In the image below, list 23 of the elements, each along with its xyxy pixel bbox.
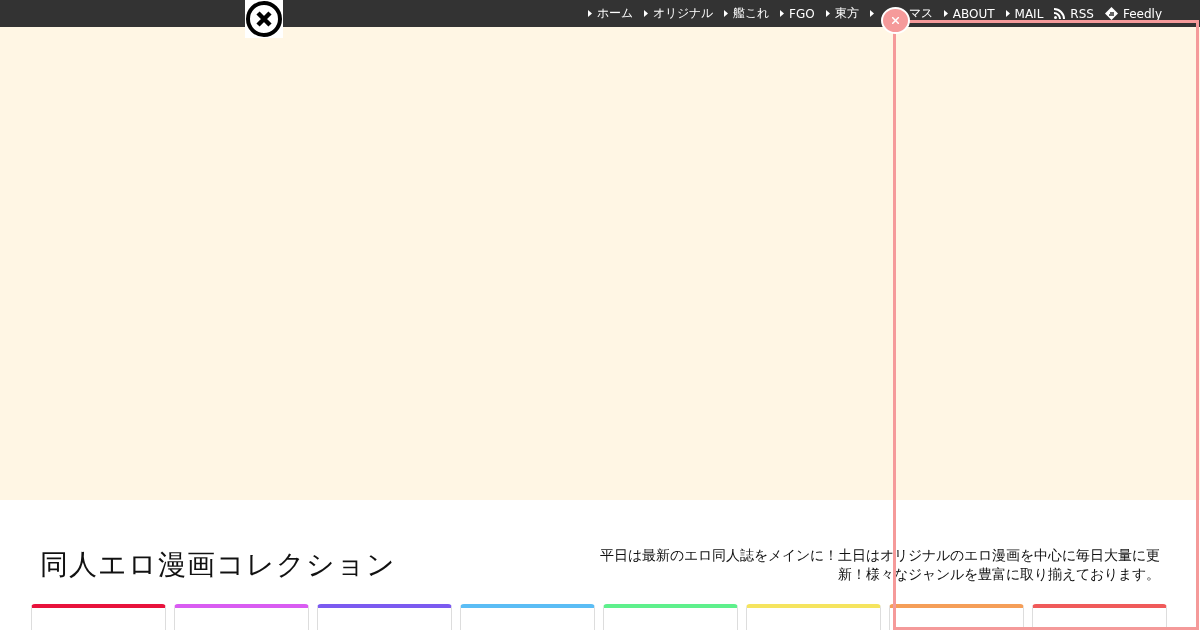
feed-link[interactable]: Feedly	[1104, 6, 1162, 21]
nav-link[interactable]: 艦これ	[724, 5, 770, 22]
caret-icon	[644, 10, 649, 17]
caret-icon	[943, 10, 948, 17]
caret-icon	[780, 10, 785, 17]
nav-link[interactable]: オリジナル	[644, 5, 714, 22]
feedly-icon	[1104, 7, 1118, 20]
nav-link[interactable]: マス	[869, 5, 933, 22]
rss-icon	[1054, 8, 1066, 19]
close-icon[interactable]	[245, 0, 283, 38]
nav-link[interactable]: 東方	[825, 5, 859, 22]
close-icon	[892, 17, 899, 24]
caret-icon	[724, 10, 729, 17]
caret-icon	[1005, 10, 1010, 17]
feed-link[interactable]: RSS	[1054, 6, 1094, 21]
nav-link[interactable]: ABOUT	[943, 6, 995, 21]
caret-icon	[588, 10, 593, 17]
nav-link[interactable]: MAIL	[1005, 6, 1044, 21]
caret-icon	[869, 10, 874, 17]
nav-link[interactable]: FGO	[780, 6, 815, 21]
site-title: 同人エロ漫画コレクション	[40, 547, 396, 583]
nav-link[interactable]: ホーム	[588, 5, 634, 22]
caret-icon	[825, 10, 830, 17]
